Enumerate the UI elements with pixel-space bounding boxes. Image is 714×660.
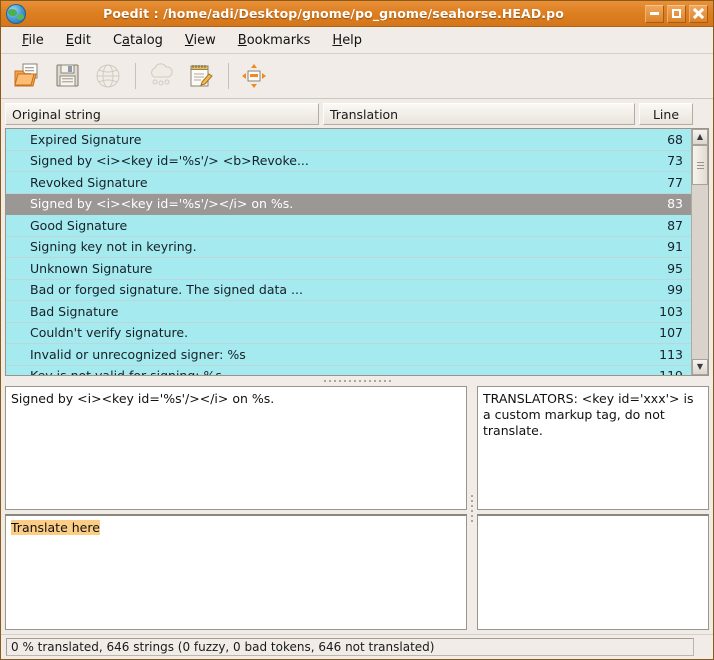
vertical-splitter-grip-icon (471, 492, 473, 525)
row-line-number: 103 (659, 303, 683, 319)
globe-icon (96, 64, 120, 88)
scroll-thumb[interactable] (692, 145, 708, 185)
open-catalog-icon (14, 63, 38, 87)
table-row[interactable]: Invalid or unrecognized signer: %s 113 (6, 344, 691, 366)
row-line-number: 83 (667, 196, 683, 212)
vertical-splitter[interactable] (467, 386, 477, 630)
editor-right-column: TRANSLATORS: <key id='xxx'> is a custom … (477, 386, 709, 630)
row-original-string: Unknown Signature (30, 260, 153, 276)
scroll-up-button[interactable]: ▲ (692, 129, 708, 145)
column-header-line[interactable]: Line (639, 103, 693, 125)
open-catalog-button[interactable] (11, 59, 45, 93)
column-header-translation[interactable]: Translation (323, 103, 635, 125)
table-row[interactable]: Signing key not in keyring. 91 (6, 236, 691, 258)
horizontal-splitter[interactable] (1, 376, 713, 386)
globe-icon (6, 3, 26, 24)
menu-view[interactable]: View (174, 31, 227, 50)
fullscreen-icon (242, 64, 266, 88)
table-row[interactable]: Expired Signature 68 (6, 129, 691, 151)
save-catalog-icon (56, 64, 79, 87)
row-line-number: 87 (667, 217, 683, 233)
row-original-string: Signed by <i><key id='%s'/></i> on %s. (30, 196, 294, 212)
editor-left-column: Signed by <i><key id='%s'/></i> on %s. T… (5, 386, 467, 630)
menu-bar: File Edit Catalog View Bookmarks Help (1, 27, 713, 54)
edit-settings-icon (190, 65, 213, 87)
row-line-number: 77 (667, 174, 683, 190)
fullscreen-button[interactable] (237, 59, 271, 93)
menu-catalog[interactable]: Catalog (102, 31, 174, 50)
close-button[interactable] (689, 4, 708, 23)
table-row[interactable]: Signed by <i><key id='%s'/> <b>Revoke...… (6, 150, 691, 172)
globe-button[interactable] (91, 59, 125, 93)
status-text: 0 % translated, 646 strings (0 fuzzy, 0 … (6, 638, 694, 656)
row-original-string: Revoked Signature (30, 174, 148, 190)
row-original-string: Invalid or unrecognized signer: %s (30, 346, 246, 362)
toolbar-separator-2 (228, 63, 229, 89)
table-row[interactable]: Unknown Signature 95 (6, 258, 691, 280)
translation-text: Translate here (11, 520, 100, 535)
row-line-number: 68 (667, 131, 683, 147)
table-row[interactable]: Signed by <i><key id='%s'/></i> on %s. 83 (6, 193, 691, 215)
scroll-down-button[interactable]: ▼ (692, 359, 708, 375)
row-line-number: 95 (667, 260, 683, 276)
table-row[interactable]: Revoked Signature 77 (6, 172, 691, 194)
menu-file[interactable]: File (11, 31, 55, 50)
poedit-window: Poedit : /home/adi/Desktop/gnome/po_gnom… (0, 0, 714, 660)
edit-settings-button[interactable] (184, 59, 218, 93)
list-column-headers: Original string Translation Line (1, 99, 713, 128)
minimize-icon (650, 12, 659, 15)
row-line-number: 73 (667, 153, 683, 169)
menu-help[interactable]: Help (321, 31, 373, 50)
toolbar (1, 54, 713, 99)
editor-panes: Signed by <i><key id='%s'/></i> on %s. T… (5, 386, 709, 630)
table-row[interactable]: Bad Signature 103 (6, 301, 691, 323)
source-text-box: Signed by <i><key id='%s'/></i> on %s. (5, 386, 467, 510)
comment-box: TRANSLATORS: <key id='xxx'> is a custom … (477, 386, 709, 510)
window-controls (645, 4, 708, 23)
update-from-sources-icon (151, 63, 173, 86)
table-row[interactable]: Key is not valid for signing: %s119 (6, 365, 691, 375)
scroll-grip-icon (696, 160, 704, 171)
window-title: Poedit : /home/adi/Desktop/gnome/po_gnom… (103, 6, 564, 21)
save-catalog-button[interactable] (51, 59, 85, 93)
menu-bookmarks[interactable]: Bookmarks (227, 31, 322, 50)
translation-input[interactable]: Translate here (5, 514, 467, 630)
row-original-string: Signing key not in keyring. (30, 239, 197, 255)
string-list-body[interactable]: Expired Signature 68 Signed by <i><key id=… (6, 129, 691, 375)
row-original-string: Expired Signature (30, 131, 142, 147)
extra-comment-box[interactable] (477, 514, 709, 630)
row-line-number: 99 (667, 282, 683, 298)
row-line-number: 119 (659, 368, 683, 375)
splitter-grip-icon (323, 380, 391, 382)
row-original-string: Signed by <i><key id='%s'/> <b>Revoke... (30, 153, 309, 169)
row-original-string: Couldn't verify signature. (30, 325, 189, 341)
list-scrollbar[interactable]: ▲ ▼ (691, 129, 708, 375)
maximize-button[interactable] (667, 4, 686, 23)
maximize-icon (672, 9, 681, 18)
minimize-button[interactable] (645, 4, 664, 23)
row-original-string: Bad Signature (30, 303, 119, 319)
string-list: Expired Signature 68 Signed by <i><key id=… (5, 128, 709, 376)
title-bar[interactable]: Poedit : /home/adi/Desktop/gnome/po_gnom… (1, 1, 713, 27)
table-row[interactable]: Couldn't verify signature. 107 (6, 322, 691, 344)
table-row[interactable]: Good Signature 87 (6, 215, 691, 237)
table-row[interactable]: Bad or forged signature. The signed data… (6, 279, 691, 301)
scroll-track[interactable] (692, 145, 708, 359)
status-bar: 0 % translated, 646 strings (0 fuzzy, 0 … (1, 634, 713, 659)
row-original-string: Good Signature (30, 217, 128, 233)
close-icon (693, 8, 704, 19)
menu-edit[interactable]: Edit (55, 31, 102, 50)
row-line-number: 113 (659, 346, 683, 362)
toolbar-separator-1 (135, 63, 136, 89)
row-original-string: Key is not valid for signing: %s (30, 368, 659, 375)
row-line-number: 107 (659, 325, 683, 341)
column-header-original[interactable]: Original string (5, 103, 319, 125)
update-from-sources-button[interactable] (144, 59, 178, 93)
row-line-number: 91 (667, 239, 683, 255)
row-original-string: Bad or forged signature. The signed data… (30, 282, 303, 298)
